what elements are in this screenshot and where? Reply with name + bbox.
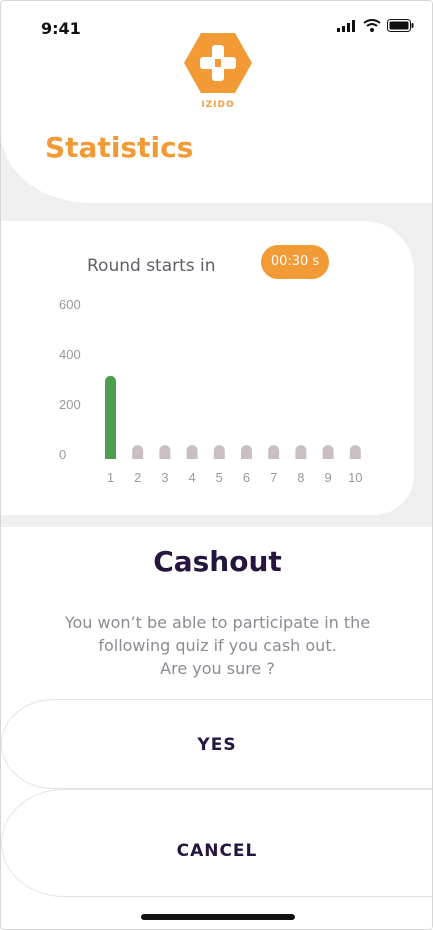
chart-bar: [322, 445, 334, 459]
x-tick-label: 3: [161, 470, 168, 485]
chart-bar: [213, 445, 225, 459]
yes-button-label: YES: [197, 735, 237, 755]
signal-icon: [337, 19, 355, 32]
x-tick-label: 4: [188, 470, 195, 485]
votes-bar-chart: 600 400 200 0 1 2 3 4 5 6 7 8 9 10: [59, 297, 363, 485]
x-tick-label: 9: [324, 470, 331, 485]
round-timer-badge: 00:30 s: [261, 245, 329, 279]
wifi-icon: [363, 19, 381, 32]
chart-bar: [105, 375, 116, 459]
y-tick-label: 600: [59, 297, 81, 312]
x-tick-label: 5: [216, 470, 223, 485]
x-tick-label: 2: [134, 470, 141, 485]
header-card: 9:41 IZIDO Statistics: [1, 1, 432, 203]
x-tick-label: 1: [107, 470, 114, 485]
chart-bar: [132, 445, 144, 459]
cashout-message-line: following quiz if you cash out.: [98, 636, 337, 655]
x-tick-label: 10: [348, 470, 362, 485]
round-label: Round starts in: [87, 256, 216, 276]
chart-bar: [349, 445, 361, 459]
y-tick-label: 0: [59, 447, 66, 462]
page-title: Statistics: [45, 131, 194, 164]
chart-bar: [241, 445, 252, 459]
home-indicator[interactable]: [141, 914, 295, 920]
status-time: 9:41: [41, 19, 81, 38]
statistics-card: Round starts in 00:30 s 600 400 200 0 1 2 3 4 5 6…: [1, 221, 414, 515]
chart-bar: [186, 445, 198, 459]
status-icons: [337, 19, 414, 32]
logo-text: IZIDO: [201, 100, 235, 110]
cancel-button-label: CANCEL: [176, 841, 258, 861]
cancel-button[interactable]: CANCEL: [1, 789, 432, 897]
x-tick-label: 7: [270, 470, 277, 485]
x-tick-label: 6: [243, 470, 250, 485]
izido-logo-icon: [184, 33, 252, 93]
y-tick-label: 400: [59, 347, 81, 362]
chart-bar: [159, 445, 171, 459]
chart-bar: [295, 445, 307, 459]
x-tick-label: 8: [297, 470, 304, 485]
chart-bar: [268, 445, 280, 459]
cashout-message-line: Are you sure ?: [160, 659, 275, 678]
cashout-message: You won’t be able to participate in the …: [41, 611, 394, 680]
yes-button[interactable]: YES: [1, 699, 432, 789]
cashout-message-line: You won’t be able to participate in the: [64, 613, 371, 632]
y-tick-label: 200: [59, 397, 81, 412]
cashout-sheet: Cashout You won’t be able to participate…: [1, 527, 432, 929]
cashout-title: Cashout: [153, 545, 282, 578]
battery-icon: [387, 19, 414, 32]
app-screen: 9:41 IZIDO Statistics Round starts in 00…: [0, 0, 433, 930]
